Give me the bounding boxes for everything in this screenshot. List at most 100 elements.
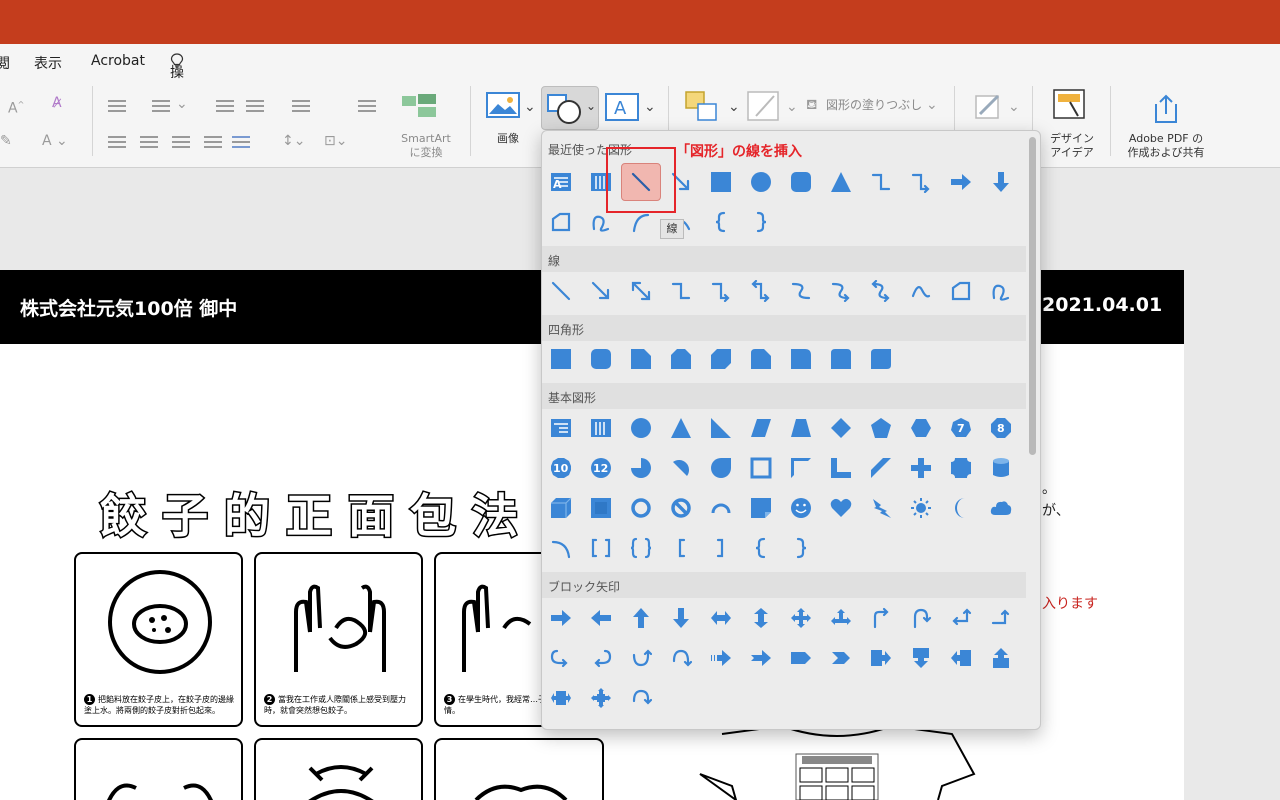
basic-decagon[interactable]: 10 xyxy=(549,456,573,480)
line-freeform[interactable] xyxy=(949,279,973,303)
shape-elbow-connector[interactable] xyxy=(869,170,893,194)
basic-oval[interactable] xyxy=(629,416,653,440)
shape-fill-label[interactable]: 図形の塗りつぶし xyxy=(826,98,926,112)
basic-diagonal-stripe[interactable] xyxy=(869,456,893,480)
chevron-down-icon[interactable]: ⌄ xyxy=(524,98,536,116)
chevron-down-icon[interactable]: ⌄ xyxy=(644,98,656,116)
basic-dodecagon[interactable]: 12 xyxy=(589,456,613,480)
basic-text-box[interactable] xyxy=(549,416,573,440)
basic-sun[interactable] xyxy=(909,496,933,520)
distribute-icon[interactable] xyxy=(232,136,250,148)
basic-vertical-text-box[interactable] xyxy=(589,416,613,440)
line-curved-double-arrow[interactable] xyxy=(869,279,893,303)
rect-snip-same-side[interactable] xyxy=(669,347,693,371)
basic-block-arc[interactable] xyxy=(709,496,733,520)
line-scribble[interactable] xyxy=(989,279,1013,303)
basic-right-bracket[interactable] xyxy=(709,536,733,560)
shape-left-brace[interactable] xyxy=(709,210,733,234)
basic-left-brace[interactable] xyxy=(749,536,773,560)
arrow-quad-callout[interactable] xyxy=(589,686,613,710)
basic-pie[interactable] xyxy=(629,456,653,480)
basic-plus[interactable] xyxy=(909,456,933,480)
basic-heart[interactable] xyxy=(829,496,853,520)
line-curved-connector[interactable] xyxy=(789,279,813,303)
arrow-left[interactable] xyxy=(589,606,613,630)
basic-folded-corner[interactable] xyxy=(749,496,773,520)
line-curved-arrow[interactable] xyxy=(829,279,853,303)
arrow-down-callout[interactable] xyxy=(909,646,933,670)
menu-item-acrobat[interactable]: Acrobat xyxy=(91,53,145,69)
basic-right-triangle[interactable] xyxy=(709,416,733,440)
line-arrow[interactable] xyxy=(589,279,613,303)
shape-freeform[interactable] xyxy=(549,210,573,234)
line-elbow-connector[interactable] xyxy=(669,279,693,303)
clear-format-icon[interactable]: A̷ xyxy=(52,94,62,112)
arrow-curved-right[interactable] xyxy=(549,646,573,670)
chevron-down-icon[interactable]: ⌄ xyxy=(176,95,188,113)
shape-right-arrow[interactable] xyxy=(949,170,973,194)
align-center-icon[interactable] xyxy=(140,136,158,148)
basic-double-bracket[interactable] xyxy=(589,536,613,560)
smartart-icon[interactable] xyxy=(400,92,440,120)
shape-rectangle[interactable] xyxy=(709,170,733,194)
basic-no-symbol[interactable] xyxy=(669,496,693,520)
align-right-icon[interactable] xyxy=(172,136,190,148)
basic-can[interactable] xyxy=(989,456,1013,480)
dropdown-scrollbar[interactable] xyxy=(1029,137,1036,455)
basic-pentagon[interactable] xyxy=(869,416,893,440)
line-curve[interactable] xyxy=(909,279,933,303)
basic-trapezoid[interactable] xyxy=(789,416,813,440)
align-text-icon[interactable]: ⊡⌄ xyxy=(324,132,347,150)
arrow-up[interactable] xyxy=(629,606,653,630)
basic-cube[interactable] xyxy=(549,496,573,520)
basic-arc[interactable] xyxy=(549,536,573,560)
highlight-icon[interactable]: ✎ xyxy=(0,132,12,150)
menu-item-assist[interactable]: 操作アシスト xyxy=(170,53,184,181)
basic-bevel[interactable] xyxy=(589,496,613,520)
arrow-bent[interactable] xyxy=(869,606,893,630)
picture-icon[interactable] xyxy=(486,92,520,120)
menu-item-display[interactable]: 表示 xyxy=(34,53,62,73)
rect-round-same-side[interactable] xyxy=(829,347,853,371)
rect-snip-round[interactable] xyxy=(749,347,773,371)
line-double-arrow[interactable] xyxy=(629,279,653,303)
basic-lightning-bolt[interactable] xyxy=(869,496,893,520)
basic-hexagon[interactable] xyxy=(909,416,933,440)
arrow-circular[interactable] xyxy=(629,686,653,710)
arrow-left-right-callout[interactable] xyxy=(549,686,573,710)
basic-parallelogram[interactable] xyxy=(749,416,773,440)
basic-plaque[interactable] xyxy=(949,456,973,480)
justify-icon[interactable] xyxy=(204,136,222,148)
arrow-striped-right[interactable] xyxy=(709,646,733,670)
basic-half-frame[interactable] xyxy=(789,456,813,480)
basic-donut[interactable] xyxy=(629,496,653,520)
arrow-u-turn[interactable] xyxy=(909,606,933,630)
line-elbow-arrow[interactable] xyxy=(709,279,733,303)
line-straight[interactable] xyxy=(549,279,573,303)
line-elbow-double-arrow[interactable] xyxy=(749,279,773,303)
arrow-down[interactable] xyxy=(669,606,693,630)
shape-scribble[interactable] xyxy=(589,210,613,234)
line-spacing-icon[interactable] xyxy=(292,100,310,112)
shape-rounded-rectangle[interactable] xyxy=(789,170,813,194)
text-direction-icon[interactable]: ↕⌄ xyxy=(282,132,305,150)
arrow-curved-down[interactable] xyxy=(669,646,693,670)
arrow-quad[interactable] xyxy=(789,606,813,630)
text-box-icon[interactable]: A xyxy=(604,92,640,122)
basic-moon[interactable] xyxy=(949,496,973,520)
rect-snip-corner[interactable] xyxy=(629,347,653,371)
basic-left-bracket[interactable] xyxy=(669,536,693,560)
basic-teardrop[interactable] xyxy=(709,456,733,480)
arrow-notched-right[interactable] xyxy=(749,646,773,670)
arrow-curved-up[interactable] xyxy=(629,646,653,670)
arrow-chevron[interactable] xyxy=(829,646,853,670)
numbering-icon[interactable] xyxy=(152,100,170,112)
rect-plain[interactable] xyxy=(549,347,573,371)
arrow-left-right-up[interactable] xyxy=(829,606,853,630)
menu-item-view-partial[interactable]: 閲 xyxy=(0,53,10,73)
outdent-icon[interactable] xyxy=(216,100,234,112)
shape-effects-icon[interactable] xyxy=(972,90,1006,124)
basic-smiley-face[interactable] xyxy=(789,496,813,520)
chevron-down-icon[interactable]: ⌄ xyxy=(728,98,740,116)
shape-triangle[interactable] xyxy=(829,170,853,194)
